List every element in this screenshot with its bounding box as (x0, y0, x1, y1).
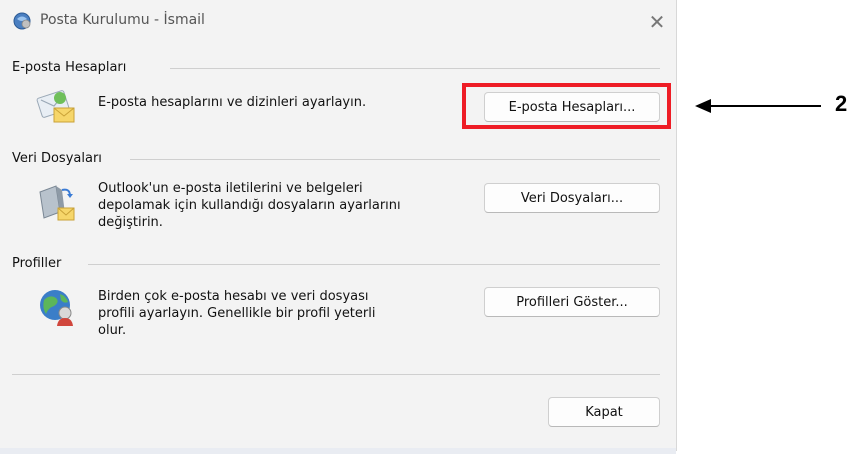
arrow-left-icon (695, 99, 821, 113)
show-profiles-button[interactable]: Profilleri Göster... (484, 287, 660, 317)
data-files-description: Outlook'un e-posta iletilerini ve belgel… (98, 180, 401, 231)
section-label-profiles: Profiller (12, 256, 66, 271)
close-button[interactable]: Kapat (548, 397, 660, 427)
description-line: Birden çok e-posta hesabı ve veri dosyas… (98, 289, 369, 304)
mail-setup-dialog: Posta Kurulumu - İsmail ✕ E-posta Hesapl… (0, 0, 677, 451)
email-description: E-posta hesaplarını ve dizinleri ayarlay… (98, 95, 367, 110)
data-files-icon (39, 185, 75, 221)
footer-divider (12, 374, 660, 375)
profiles-description: Birden çok e-posta hesabı ve veri dosyas… (98, 288, 375, 339)
data-files-button[interactable]: Veri Dosyaları... (484, 183, 660, 213)
description-line: profili ayarlayın. Genellikle bir profil… (98, 306, 376, 321)
description-line: depolamak için kullandığı dosyaların aya… (98, 198, 401, 213)
callout-number: 2 (835, 91, 848, 116)
profiles-icon (40, 290, 73, 326)
section-label-email: E-posta Hesapları (12, 60, 131, 75)
mail-setup-icon (13, 12, 31, 30)
description-line: olur. (98, 323, 127, 338)
title-bar: Posta Kurulumu - İsmail ✕ (0, 0, 676, 44)
section-label-data-files: Veri Dosyaları (12, 151, 106, 166)
highlight-box (462, 83, 671, 129)
close-icon[interactable]: ✕ (642, 8, 672, 36)
email-accounts-icon (36, 90, 75, 123)
section-divider (170, 68, 660, 69)
description-line: Outlook'un e-posta iletilerini ve belgel… (98, 181, 363, 196)
window-title: Posta Kurulumu - İsmail (40, 12, 205, 28)
description-line: değiştirin. (98, 215, 163, 230)
section-divider (130, 159, 660, 160)
section-divider (88, 264, 660, 265)
taskbar-edge (0, 448, 676, 454)
